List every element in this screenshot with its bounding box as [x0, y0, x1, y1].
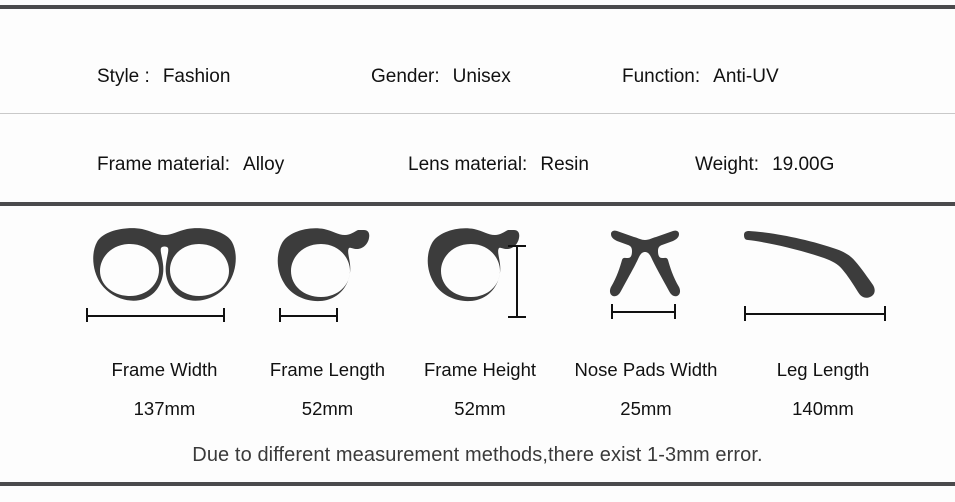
spec-gender-label: Gender:	[371, 66, 440, 87]
measurement-diagrams: Frame Width 137mm Frame Length 52mm Fram…	[0, 207, 955, 477]
middle-divider	[0, 113, 955, 114]
frame-width-value: 137mm	[133, 398, 196, 419]
nose-pads-icon	[609, 230, 681, 319]
spec-function-value: Anti-UV	[713, 66, 779, 87]
frame-height-label: Frame Height	[423, 359, 537, 380]
measurement-disclaimer: Due to different measurement methods,the…	[192, 444, 763, 466]
top-divider	[0, 5, 955, 9]
spec-weight: Weight: 19.00G	[695, 145, 834, 185]
spec-function-label: Function:	[622, 66, 701, 87]
frame-width-icon-box	[67, 207, 262, 322]
nose-pads-width-label: Nose Pads Width	[574, 359, 718, 380]
spec-gender: Gender: Unisex	[371, 57, 511, 97]
frame-width-label: Frame Width	[111, 359, 218, 380]
frame-length-measure-bar	[279, 308, 338, 322]
spec-style: Style : Fashion	[97, 57, 230, 97]
spec-frame-material-label: Frame material:	[97, 154, 231, 175]
spec-style-value: Fashion	[162, 66, 231, 87]
leg-length-label: Leg Length	[776, 359, 870, 380]
nose-pads-icon-box	[562, 207, 730, 322]
measure-col-frame-length: Frame Length 52mm	[250, 207, 405, 419]
frame-width-measure-bar	[86, 308, 225, 322]
spec-lens-material: Lens material: Resin	[408, 145, 589, 185]
bottom-divider	[0, 482, 955, 486]
spec-style-label: Style :	[97, 66, 150, 87]
spec-sheet: Style : Fashion Gender: Unisex Function: An…	[0, 0, 955, 502]
frame-length-icon-box	[250, 207, 405, 322]
spec-lens-material-label: Lens material:	[408, 154, 528, 175]
leg-length-measure-bar	[744, 306, 886, 321]
frame-height-measure-bar	[508, 245, 526, 318]
leg-length-value: 140mm	[792, 398, 854, 419]
measure-col-leg-length: Leg Length 140mm	[728, 207, 918, 419]
nose-pads-measure-bar	[611, 304, 676, 319]
single-lens-rim-icon	[277, 228, 370, 322]
measure-col-frame-height: Frame Height 52mm	[400, 207, 560, 419]
spec-frame-material-value: Alloy	[243, 154, 285, 175]
temple-arm-icon	[744, 231, 886, 321]
spec-function: Function: Anti-UV	[622, 57, 779, 97]
lens-rim-height-icon	[427, 228, 526, 318]
spec-frame-material: Frame material: Alloy	[97, 145, 284, 185]
measure-col-frame-width: Frame Width 137mm	[67, 207, 262, 419]
measure-col-nose-pads-width: Nose Pads Width 25mm	[562, 207, 730, 419]
spec-gender-value: Unisex	[452, 66, 511, 87]
spec-row-1: Style : Fashion Gender: Unisex Function: An…	[0, 57, 955, 97]
frame-height-icon-box	[400, 207, 560, 322]
specs-bottom-divider	[0, 202, 955, 206]
nose-pads-width-value: 25mm	[620, 398, 672, 419]
eyeglasses-front-icon	[86, 228, 236, 322]
spec-weight-value: 19.00G	[772, 154, 835, 175]
spec-weight-label: Weight:	[695, 154, 760, 175]
frame-height-value: 52mm	[454, 398, 506, 419]
frame-length-value: 52mm	[301, 398, 354, 419]
frame-length-label: Frame Length	[269, 359, 386, 380]
leg-length-icon-box	[728, 207, 918, 322]
spec-lens-material-value: Resin	[540, 154, 589, 175]
spec-row-2: Frame material: Alloy Lens material: Resin…	[0, 145, 955, 185]
